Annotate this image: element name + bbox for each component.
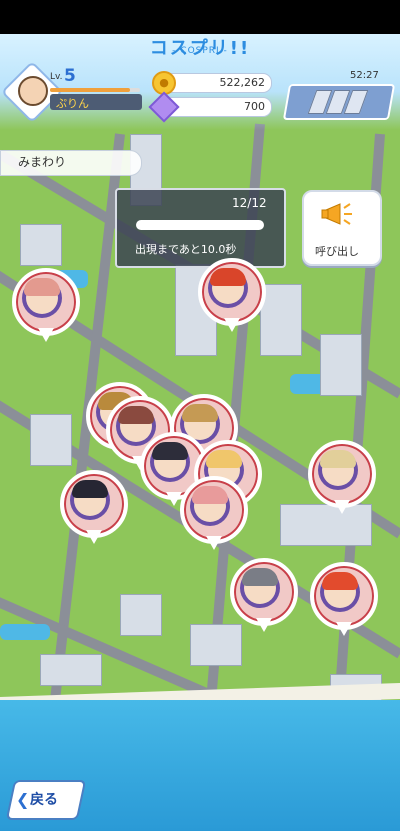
status-bar <box>0 0 400 34</box>
pin-tail <box>256 618 272 632</box>
building <box>20 224 62 266</box>
building <box>30 414 72 466</box>
character-hair <box>320 450 356 468</box>
player-name: ぷりん <box>56 97 89 110</box>
call-button-label: 呼び出し <box>315 245 359 258</box>
pin-tail <box>86 530 102 544</box>
back-arrow-icon: ❮ <box>16 790 30 809</box>
pin-pink-hair[interactable] <box>12 268 80 342</box>
megaphone-icon <box>321 203 352 225</box>
player-avatar[interactable] <box>18 76 48 106</box>
pin-tail <box>38 328 54 342</box>
character-hair <box>72 480 108 498</box>
pin-red-hair-bottom[interactable] <box>310 562 378 636</box>
pin-tail <box>206 536 222 550</box>
spawn-progress-bar <box>136 220 264 230</box>
coin-value: 522,262 <box>219 76 266 89</box>
level-value: 5 <box>64 66 76 86</box>
pin-tail <box>336 622 352 636</box>
game-logo-subtitle: - COSPRI - <box>172 46 228 56</box>
pin-red-hair-top[interactable] <box>198 258 266 332</box>
building <box>320 334 362 396</box>
back-button-label: 戻る <box>30 792 58 808</box>
building <box>40 654 102 686</box>
character-hair <box>152 442 188 460</box>
character-hair <box>206 450 242 468</box>
game-screen: コスプリ!! - COSPRI - Lv. 5 ぷりん 522,262 ● 70… <box>0 0 400 831</box>
building <box>120 594 162 636</box>
character-hair <box>24 278 60 296</box>
gem-value: 700 <box>244 100 265 113</box>
building <box>260 284 302 356</box>
patrol-label: みまわり <box>18 155 67 169</box>
level-label: Lv. <box>50 72 63 82</box>
character-hair <box>182 404 218 422</box>
pin-glasses-black[interactable] <box>60 470 128 544</box>
character-hair <box>118 406 154 424</box>
character-hair <box>322 572 358 590</box>
character-hair <box>210 268 246 286</box>
building <box>280 504 372 546</box>
pin-tail <box>334 500 350 514</box>
pond <box>0 624 50 640</box>
character-hair <box>192 486 228 504</box>
exp-bar-fill <box>50 88 130 92</box>
spawn-message: 出現まであと10.0秒 <box>135 243 237 256</box>
stamina-timer: 52:27 <box>350 70 379 81</box>
spawn-count: 12/12 <box>232 196 267 210</box>
pin-gray-glasses[interactable] <box>230 558 298 632</box>
pin-beige-hair[interactable] <box>308 440 376 514</box>
pin-tail <box>224 318 240 332</box>
character-hair <box>242 568 278 586</box>
building <box>190 624 242 666</box>
pin-pink-closed[interactable] <box>180 476 248 550</box>
